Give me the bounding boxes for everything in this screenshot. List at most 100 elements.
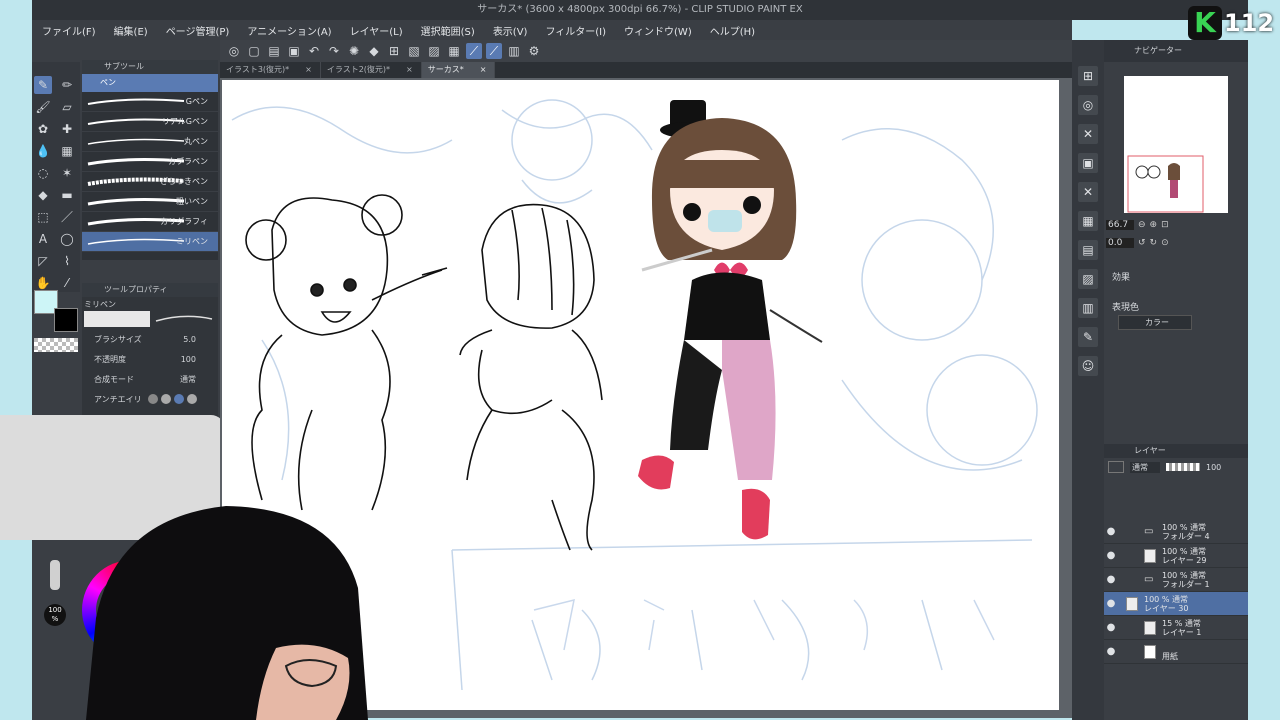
- settings-icon[interactable]: ⚙: [526, 43, 542, 59]
- rotate-value[interactable]: 0.0: [1106, 238, 1134, 248]
- rotate-left-icon[interactable]: ↺: [1138, 238, 1146, 248]
- blend-mode-row[interactable]: 合成モード 通常: [82, 369, 218, 389]
- menu-window[interactable]: ウィンドウ(W): [624, 23, 692, 38]
- snap-ruler-icon[interactable]: ▧: [406, 43, 422, 59]
- image-icon[interactable]: ▨: [1078, 269, 1098, 289]
- camera-icon[interactable]: ▣: [1078, 153, 1098, 173]
- clear-icon[interactable]: ✺: [346, 43, 362, 59]
- menu-file[interactable]: ファイル(F): [42, 23, 96, 38]
- frame-tool-icon[interactable]: ▦: [58, 142, 76, 160]
- grid-icon[interactable]: ▦: [1078, 211, 1098, 231]
- brush-item[interactable]: カリグラフィ: [82, 212, 218, 232]
- eye-icon[interactable]: ●: [1104, 622, 1118, 633]
- person-icon[interactable]: ☺: [1078, 356, 1098, 376]
- menu-view[interactable]: 表示(V): [493, 23, 528, 38]
- balloon-tool-icon[interactable]: ◯: [58, 230, 76, 248]
- close-icon[interactable]: ×: [480, 62, 487, 78]
- clip-studio-icon[interactable]: ◎: [226, 43, 242, 59]
- line-tool-icon[interactable]: ／: [58, 208, 76, 226]
- material-icon[interactable]: ⊞: [1078, 66, 1098, 86]
- layer-blend-mode[interactable]: 通常: [1130, 461, 1160, 473]
- zoom-out-icon[interactable]: ⊖: [1138, 220, 1146, 230]
- brush-item[interactable]: Gペン: [82, 92, 218, 112]
- snap-special-icon[interactable]: ▨: [426, 43, 442, 59]
- layer-row[interactable]: ● ▭ 100 % 通常 フォルダー 1: [1104, 568, 1248, 592]
- eraser-tool-icon[interactable]: ▱: [58, 98, 76, 116]
- transparent-color-swatch[interactable]: [34, 338, 78, 352]
- brush-item[interactable]: ざらつきペン: [82, 172, 218, 192]
- fit-icon[interactable]: ⊡: [1161, 220, 1169, 230]
- object-tool-icon[interactable]: ⬚: [34, 208, 52, 226]
- transform-icon[interactable]: ⊞: [386, 43, 402, 59]
- menu-page[interactable]: ページ管理(P): [166, 23, 230, 38]
- correct-line-icon[interactable]: ⌇: [58, 252, 76, 270]
- rotate-right-icon[interactable]: ↻: [1150, 238, 1158, 248]
- eye-icon[interactable]: ●: [1104, 526, 1118, 537]
- brush-item[interactable]: 丸ペン: [82, 132, 218, 152]
- opacity-value[interactable]: 100: [181, 355, 196, 364]
- brush-item[interactable]: ミリペン: [82, 232, 218, 252]
- menu-help[interactable]: ヘルプ(H): [710, 23, 755, 38]
- open-folder-icon[interactable]: ▤: [266, 43, 282, 59]
- layer-icon[interactable]: ▤: [1078, 240, 1098, 260]
- menu-layer[interactable]: レイヤー(L): [350, 23, 403, 38]
- lasso-tool-icon[interactable]: ◌: [34, 164, 52, 182]
- brush-size-value[interactable]: 5.0: [183, 335, 196, 344]
- eye-icon[interactable]: ●: [1104, 646, 1118, 657]
- menu-animation[interactable]: アニメーション(A): [247, 23, 331, 38]
- layer-row[interactable]: ● 用紙: [1104, 640, 1248, 664]
- fill-icon[interactable]: ◆: [366, 43, 382, 59]
- stabilize-alt-icon[interactable]: ⟋: [486, 43, 502, 59]
- new-file-icon[interactable]: ▢: [246, 43, 262, 59]
- close-icon[interactable]: ×: [305, 62, 312, 78]
- eye-icon[interactable]: ●: [1104, 550, 1118, 561]
- pencil-tool-icon[interactable]: ✏: [58, 76, 76, 94]
- brush-item[interactable]: 粗いペン: [82, 192, 218, 212]
- save-icon[interactable]: ▣: [286, 43, 302, 59]
- tab-illust3[interactable]: イラスト3(復元)* ×: [220, 62, 321, 78]
- fill-tool-icon[interactable]: ◆: [34, 186, 52, 204]
- blend-mode-select[interactable]: 通常: [180, 374, 196, 385]
- brush-item[interactable]: カブラペン: [82, 152, 218, 172]
- list-icon[interactable]: ▥: [1078, 298, 1098, 318]
- antialias-row[interactable]: アンチエイリ: [82, 389, 218, 409]
- layer-opacity-slider[interactable]: [1166, 463, 1200, 471]
- reset-icon[interactable]: ⊙: [1161, 238, 1169, 248]
- edit-icon[interactable]: ✎: [1078, 327, 1098, 347]
- layer-color-swatch[interactable]: [1108, 461, 1124, 473]
- menu-edit[interactable]: 編集(E): [114, 23, 148, 38]
- stabilize-icon[interactable]: ⟋: [466, 43, 482, 59]
- snap-grid-icon[interactable]: ▦: [446, 43, 462, 59]
- gradient-tool-icon[interactable]: ▬: [58, 186, 76, 204]
- clipboard-icon[interactable]: ▥: [506, 43, 522, 59]
- layer-opacity-value[interactable]: 100: [1206, 463, 1221, 472]
- auto-select-icon[interactable]: ✶: [58, 164, 76, 182]
- text-tool-icon[interactable]: A: [34, 230, 52, 248]
- eyedropper-tool-icon[interactable]: ⁄: [58, 274, 76, 292]
- close-icon[interactable]: ×: [406, 62, 413, 78]
- expression-select[interactable]: カラー: [1118, 315, 1192, 330]
- tab-illust2[interactable]: イラスト2(復元)* ×: [321, 62, 422, 78]
- undo-icon[interactable]: ↶: [306, 43, 322, 59]
- eye-icon[interactable]: ●: [1104, 574, 1118, 585]
- layer-row[interactable]: ● 100 % 通常 レイヤー 29: [1104, 544, 1248, 568]
- antialias-options[interactable]: [147, 394, 197, 404]
- decoration-tool-icon[interactable]: ✿: [34, 120, 52, 138]
- subtool-group-pen[interactable]: ペン: [82, 74, 218, 92]
- brush-item[interactable]: リアルGペン: [82, 112, 218, 132]
- layer-row-selected[interactable]: ● 100 % 通常 レイヤー 30: [1104, 592, 1248, 616]
- zoom-in-icon[interactable]: ⊕: [1150, 220, 1158, 230]
- close-icon[interactable]: ✕: [1078, 182, 1098, 202]
- blend-tool-icon[interactable]: 💧: [34, 142, 52, 160]
- eye-icon[interactable]: ●: [1104, 598, 1118, 609]
- zoom-value[interactable]: 66.7: [1106, 220, 1134, 230]
- layer-row[interactable]: ● ▭ 100 % 通常 フォルダー 4: [1104, 520, 1248, 544]
- sub-color-swatch[interactable]: [54, 308, 78, 332]
- brush-tool-icon[interactable]: 🖌: [34, 98, 52, 116]
- color-slider[interactable]: [50, 560, 60, 590]
- menu-selection[interactable]: 選択範囲(S): [421, 23, 475, 38]
- opacity-row[interactable]: 不透明度 100: [82, 349, 218, 369]
- ruler-tool-icon[interactable]: ◸: [34, 252, 52, 270]
- menu-filter[interactable]: フィルター(I): [545, 23, 606, 38]
- tab-circus[interactable]: サーカス* ×: [421, 62, 496, 78]
